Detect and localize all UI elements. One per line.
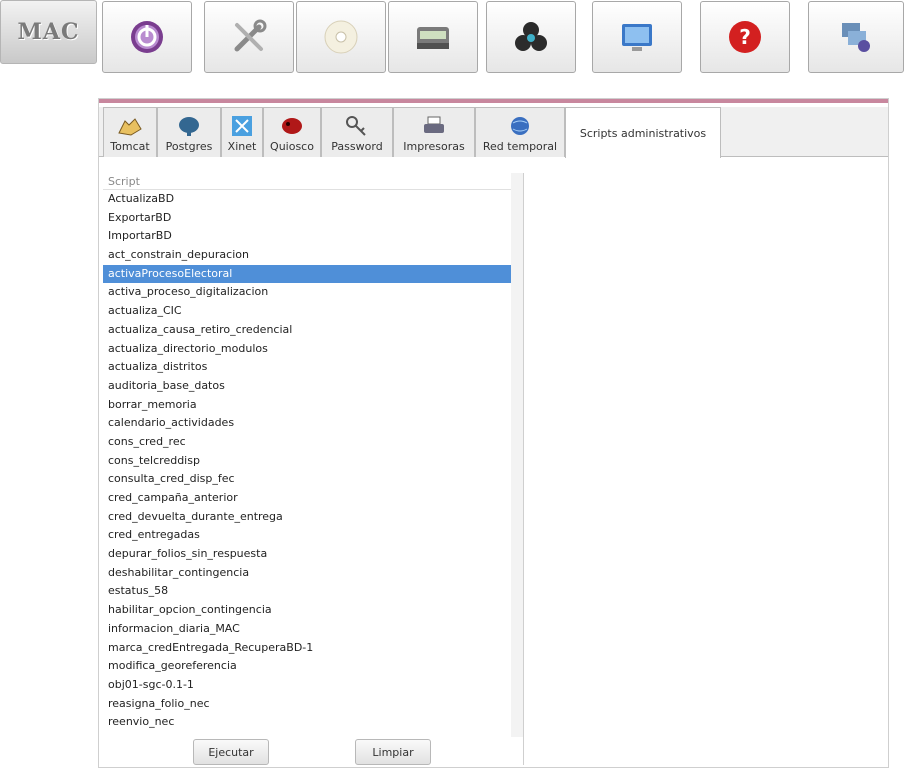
xinet-icon — [229, 114, 255, 138]
mac-logo: MAC — [0, 0, 97, 64]
tab-password[interactable]: Password — [321, 107, 393, 157]
disc-button[interactable] — [296, 1, 386, 73]
tab-scripts-administrativos[interactable]: Scripts administrativos — [565, 107, 721, 158]
printer-icon — [421, 114, 447, 138]
list-item[interactable]: ExportarBD — [103, 209, 511, 228]
tab-label: Quiosco — [270, 140, 314, 153]
list-item[interactable]: cred_entregadas — [103, 526, 511, 545]
list-item[interactable]: activa_proceso_digitalizacion — [103, 283, 511, 302]
help-button[interactable]: ? — [700, 1, 790, 73]
list-item[interactable]: depurar_folios_sin_respuesta — [103, 545, 511, 564]
scanner-button[interactable] — [388, 1, 478, 73]
tab-quiosco[interactable]: Quiosco — [263, 107, 321, 157]
script-panel: Script ActualizaBD ExportarBD ImportarBD ac… — [103, 173, 524, 765]
list-item[interactable]: actualiza_CIC — [103, 302, 511, 321]
list-item[interactable]: marca_credEntregada_RecuperaBD-1 — [103, 639, 511, 658]
biohazard-button[interactable] — [486, 1, 576, 73]
clear-button[interactable]: Limpiar — [355, 739, 431, 765]
list-item[interactable]: auditoria_base_datos — [103, 377, 511, 396]
help-icon: ? — [725, 17, 765, 57]
tab-label: Password — [331, 140, 383, 153]
list-item[interactable]: cred_devuelta_durante_entrega — [103, 508, 511, 527]
svg-text:?: ? — [739, 25, 751, 49]
biohazard-icon — [511, 17, 551, 57]
window-accent-bar — [99, 99, 888, 103]
list-item[interactable]: informacion_diaria_MAC — [103, 620, 511, 639]
tab-label: Xinet — [227, 140, 257, 153]
dog-icon — [279, 114, 305, 138]
tab-label: Impresoras — [403, 140, 465, 153]
list-item[interactable]: deshabilitar_contingencia — [103, 564, 511, 583]
list-item[interactable]: calendario_actividades — [103, 414, 511, 433]
list-item[interactable]: act_constrain_depuracion — [103, 246, 511, 265]
network-button[interactable] — [808, 1, 904, 73]
tab-impresoras[interactable]: Impresoras — [393, 107, 475, 157]
list-item[interactable]: actualiza_causa_retiro_credencial — [103, 321, 511, 340]
list-item[interactable]: activaProcesoElectoral — [103, 264, 511, 284]
list-column-header[interactable]: Script — [103, 173, 523, 190]
tools-button[interactable] — [204, 1, 294, 73]
list-item[interactable]: obj01-sgc-0.1-1 — [103, 676, 511, 695]
list-item[interactable]: ImportarBD — [103, 227, 511, 246]
scripts-window: Tomcat Postgres Xinet Quiosco Password I… — [98, 98, 889, 768]
tab-postgres[interactable]: Postgres — [157, 107, 221, 157]
list-item[interactable]: cred_campaña_anterior — [103, 489, 511, 508]
list-item[interactable]: modifica_georeferencia — [103, 657, 511, 676]
list-item[interactable]: reasigna_folio_nec — [103, 695, 511, 714]
list-item[interactable]: habilitar_opcion_contingencia — [103, 601, 511, 620]
globe-icon — [507, 114, 533, 138]
tab-label: Red temporal — [482, 140, 558, 153]
tab-red-temporal[interactable]: Red temporal — [475, 107, 565, 157]
tab-label: Tomcat — [110, 140, 150, 153]
list-item[interactable]: actualiza_distritos — [103, 358, 511, 377]
tomcat-icon — [117, 114, 143, 138]
tab-label: Postgres — [165, 140, 213, 153]
script-list[interactable]: Script ActualizaBD ExportarBD ImportarBD ac… — [103, 173, 523, 737]
monitor-button[interactable] — [592, 1, 682, 73]
list-item[interactable]: consulta_cred_disp_fec — [103, 470, 511, 489]
tab-xinet[interactable]: Xinet — [221, 107, 263, 157]
list-item[interactable]: reenvio_nec — [103, 713, 511, 732]
tab-label: Scripts administrativos — [579, 126, 707, 140]
scanner-icon — [413, 17, 453, 57]
tab-tomcat[interactable]: Tomcat — [103, 107, 157, 157]
logo-text: MAC — [17, 19, 80, 45]
power-icon — [127, 17, 167, 57]
list-item[interactable]: ActualizaBD — [103, 190, 511, 209]
tools-icon — [229, 17, 269, 57]
list-item[interactable]: actualiza_directorio_modulos — [103, 340, 511, 359]
disc-icon — [321, 17, 361, 57]
monitor-icon — [617, 17, 657, 57]
network-icon — [836, 17, 876, 57]
list-item[interactable]: borrar_memoria — [103, 396, 511, 415]
list-item[interactable]: cons_cred_rec — [103, 433, 511, 452]
list-item[interactable]: cons_telcreddisp — [103, 452, 511, 471]
scrollbar-track[interactable] — [511, 173, 523, 737]
tab-bar: Tomcat Postgres Xinet Quiosco Password I… — [99, 107, 888, 158]
run-button[interactable]: Ejecutar — [193, 739, 269, 765]
top-toolbar: MAC ? — [0, 0, 904, 76]
elephant-icon — [176, 114, 202, 138]
power-button[interactable] — [102, 1, 192, 73]
list-item[interactable]: estatus_58 — [103, 582, 511, 601]
keys-icon — [344, 114, 370, 138]
